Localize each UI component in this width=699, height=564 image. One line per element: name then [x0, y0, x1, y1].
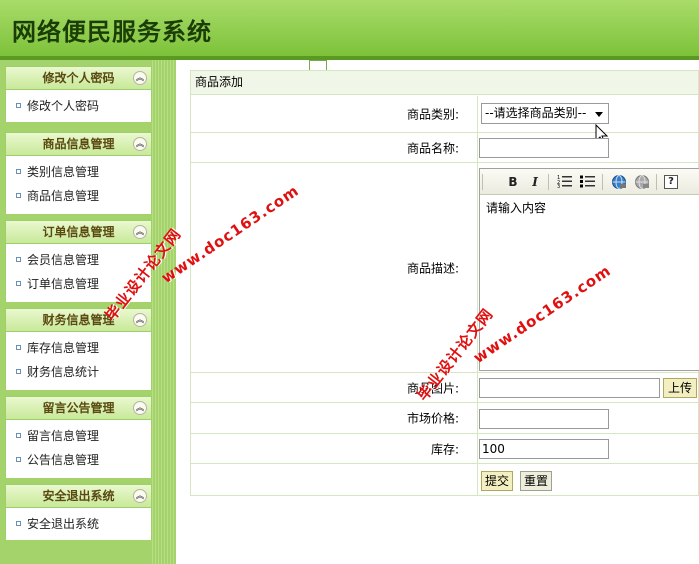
menu-group-header[interactable]: 修改个人密码 ︽	[5, 66, 152, 90]
stock-input[interactable]: 100	[479, 439, 609, 459]
panel-title: 商品添加	[191, 71, 698, 95]
product-image-input[interactable]	[479, 378, 660, 398]
collapse-icon[interactable]: ︽	[133, 137, 147, 151]
bullet-icon	[16, 521, 21, 526]
form-row-description: 商品描述: B I 123 ? 请输入内容	[191, 163, 699, 373]
menu-group-header[interactable]: 订单信息管理 ︽	[5, 220, 152, 244]
svg-text:3: 3	[557, 184, 560, 188]
menu-group-title: 安全退出系统	[42, 489, 115, 503]
form-row-category: 商品类别: --请选择商品类别--	[191, 96, 699, 145]
collapse-icon[interactable]: ︽	[133, 313, 147, 327]
form-row-stock: 库存: 100	[191, 434, 699, 464]
description-label: 商品描述:	[406, 261, 459, 275]
category-label: 商品类别:	[406, 107, 459, 122]
stock-label: 库存:	[430, 442, 459, 456]
menu-group-finance: 财务信息管理 ︽ 库存信息管理 财务信息统计	[5, 308, 152, 390]
product-add-panel: 商品添加 商品类别: --请选择商品类别-- 商品名称: 商品描述: B I 1…	[190, 70, 699, 496]
sidebar: 修改个人密码 ︽ 修改个人密码 商品信息管理 ︽ 类别信息管理 商品信息管理 订…	[0, 60, 327, 564]
menu-group-messages: 留言公告管理 ︽ 留言信息管理 公告信息管理	[5, 396, 152, 478]
menu-group-title: 订单信息管理	[42, 225, 115, 239]
bullet-icon	[16, 345, 21, 350]
form-row-actions: 提交 重置	[191, 464, 699, 495]
menu-group-title: 修改个人密码	[42, 71, 115, 85]
italic-icon[interactable]: I	[526, 174, 544, 190]
help-icon[interactable]: ?	[664, 175, 678, 189]
bullet-icon	[16, 103, 21, 108]
menu-group-orders: 订单信息管理 ︽ 会员信息管理 订单信息管理	[5, 220, 152, 302]
collapse-icon[interactable]: ︽	[133, 489, 147, 503]
bullet-icon	[16, 169, 21, 174]
collapse-icon[interactable]: ︽	[133, 225, 147, 239]
name-label: 商品名称:	[406, 141, 459, 155]
menu-group-title: 商品信息管理	[42, 137, 115, 151]
app-title: 网络便民服务系统	[12, 17, 212, 46]
menu-group-header[interactable]: 商品信息管理 ︽	[5, 132, 152, 156]
sidebar-divider[interactable]	[152, 60, 327, 564]
sidebar-item-order[interactable]: 订单信息管理	[6, 272, 151, 296]
category-select[interactable]: --请选择商品类别--	[481, 103, 609, 124]
rich-text-editor[interactable]: B I 123 ? 请输入内容	[479, 168, 699, 371]
sidebar-item-member[interactable]: 会员信息管理	[6, 248, 151, 272]
link-icon[interactable]	[610, 174, 628, 190]
menu-group-header[interactable]: 留言公告管理 ︽	[5, 396, 152, 420]
menu-group-logout: 安全退出系统 ︽ 安全退出系统	[5, 484, 152, 540]
submit-button[interactable]: 提交	[481, 471, 513, 491]
sidebar-item-logout[interactable]: 安全退出系统	[6, 512, 151, 536]
sidebar-item-finance-stats[interactable]: 财务信息统计	[6, 360, 151, 384]
bullet-icon	[16, 369, 21, 374]
form-row-name: 商品名称:	[191, 133, 699, 163]
sidebar-item-change-password[interactable]: 修改个人密码	[6, 94, 151, 118]
bullet-icon	[16, 193, 21, 198]
collapse-icon[interactable]: ︽	[133, 401, 147, 415]
toolbar-grip	[482, 174, 483, 190]
menu-group-header[interactable]: 财务信息管理 ︽	[5, 308, 152, 332]
editor-toolbar: B I 123 ?	[480, 169, 699, 195]
form-row-image: 商品图片: 上传	[191, 373, 699, 403]
bold-icon[interactable]: B	[504, 174, 522, 190]
form-row-price: 市场价格:	[191, 403, 699, 434]
collapse-icon[interactable]: ︽	[133, 71, 147, 85]
menu-group-products: 商品信息管理 ︽ 类别信息管理 商品信息管理	[5, 132, 152, 214]
sidebar-item-category[interactable]: 类别信息管理	[6, 160, 151, 184]
category-select-value: --请选择商品类别--	[485, 106, 587, 120]
menu-group-password: 修改个人密码 ︽ 修改个人密码	[5, 66, 152, 122]
price-label: 市场价格:	[406, 411, 459, 426]
menu-group-title: 财务信息管理	[42, 313, 115, 327]
bullet-icon	[16, 257, 21, 262]
product-name-input[interactable]	[479, 138, 609, 158]
upload-button[interactable]: 上传	[663, 378, 697, 398]
chevron-down-icon	[595, 112, 603, 117]
market-price-input[interactable]	[479, 409, 609, 429]
image-label: 商品图片:	[406, 381, 459, 395]
sidebar-item-notices[interactable]: 公告信息管理	[6, 448, 151, 472]
ordered-list-icon[interactable]: 123	[556, 174, 574, 190]
menu-group-title: 留言公告管理	[42, 401, 115, 415]
bullet-icon	[16, 457, 21, 462]
sidebar-item-messages[interactable]: 留言信息管理	[6, 424, 151, 448]
unordered-list-icon[interactable]	[579, 174, 597, 190]
menu-group-header[interactable]: 安全退出系统 ︽	[5, 484, 152, 508]
reset-button[interactable]: 重置	[520, 471, 552, 491]
bullet-icon	[16, 433, 21, 438]
editor-content[interactable]: 请输入内容	[480, 195, 699, 220]
bullet-icon	[16, 281, 21, 286]
app-header: 网络便民服务系统	[0, 0, 699, 60]
sidebar-item-product[interactable]: 商品信息管理	[6, 184, 151, 208]
unlink-icon[interactable]	[633, 174, 651, 190]
sidebar-item-stock[interactable]: 库存信息管理	[6, 336, 151, 360]
